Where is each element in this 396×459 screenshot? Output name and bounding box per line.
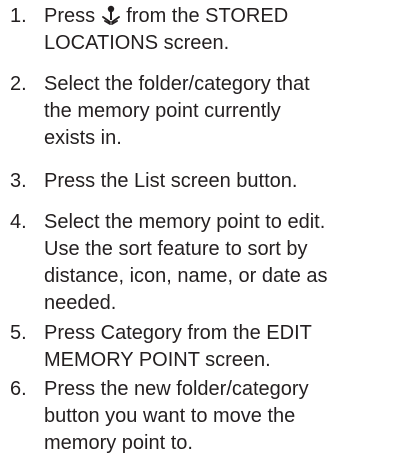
step-3-line-1: Press the List screen button.: [44, 170, 298, 192]
step-2-line-3: exists in.: [44, 127, 122, 149]
step-3-number: 3.: [10, 170, 27, 192]
step-6-line-2: button you want to move the: [44, 405, 296, 427]
step-4-line-1: Select the memory point to edit.: [44, 211, 326, 233]
step-1-text-press: Press: [44, 5, 96, 27]
step-4-line-4: needed.: [44, 292, 117, 314]
step-1-text-rest: from the STORED: [126, 5, 289, 27]
step-4-line-3: distance, icon, name, or date as: [44, 265, 328, 287]
step-5-line-1: Press Category from the EDIT: [44, 322, 312, 344]
step-1-line-1: Press from the STORED: [44, 5, 288, 27]
step-2-line-2: the memory point currently: [44, 100, 281, 122]
step-6-line-1: Press the new folder/category: [44, 378, 309, 400]
step-1-number: 1.: [10, 5, 27, 27]
step-6-number: 6.: [10, 378, 27, 400]
step-5-line-2: MEMORY POINT screen.: [44, 349, 271, 371]
memory-point-icon: [101, 5, 120, 25]
step-4-line-2: Use the sort feature to sort by: [44, 238, 308, 260]
step-2-line-1: Select the folder/category that: [44, 73, 310, 95]
step-1-line-2: LOCATIONS screen.: [44, 32, 230, 54]
step-2-number: 2.: [10, 73, 27, 95]
step-5-number: 5.: [10, 322, 27, 344]
step-4-number: 4.: [10, 211, 27, 233]
step-6-line-3: memory point to.: [44, 432, 193, 454]
